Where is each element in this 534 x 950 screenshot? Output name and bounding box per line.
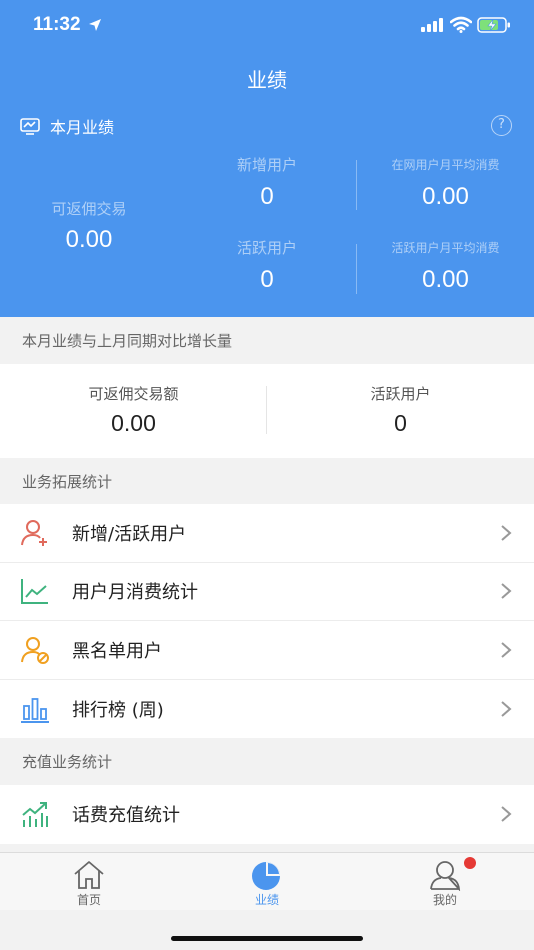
bar-chart-icon <box>21 697 49 723</box>
help-icon[interactable]: ? <box>491 115 512 136</box>
recharge-section-title: 充值业务统计 <box>0 738 534 785</box>
compare-active-label: 活跃用户 <box>370 385 431 403</box>
active-users-label: 活跃用户 <box>236 239 297 257</box>
home-indicator[interactable] <box>171 936 363 941</box>
list-item-weekly-ranking[interactable]: 排行榜 (周) <box>0 680 534 739</box>
tab-mine[interactable]: 我的 <box>356 853 534 911</box>
chevron-right-icon <box>501 806 512 823</box>
page-title: 业绩 <box>247 70 287 92</box>
new-users-label: 新增用户 <box>236 156 297 174</box>
compare-rebate-value: 0.00 <box>111 410 156 436</box>
pie-chart-icon <box>252 862 280 890</box>
tab-label: 首页 <box>76 893 101 907</box>
profile-icon <box>430 861 461 891</box>
list-item-label: 话费充值统计 <box>72 805 180 827</box>
rebate-trade-value: 0.00 <box>65 226 113 253</box>
add-user-icon <box>21 519 47 546</box>
list-item-blacklist-users[interactable]: 黑名单用户 <box>0 621 534 680</box>
list-item-new-active-users[interactable]: 新增/活跃用户 <box>0 504 534 563</box>
line-chart-icon <box>21 579 48 605</box>
expansion-list: 新增/活跃用户 用户月消费统计 黑名单用户 排行榜 (周) <box>0 504 534 738</box>
chevron-right-icon <box>501 641 512 658</box>
compare-section-title: 本月业绩与上月同期对比增长量 <box>0 317 534 364</box>
list-item-phone-recharge[interactable]: 话费充值统计 <box>0 785 534 844</box>
net-users-avg-value: 0.00 <box>422 183 469 210</box>
battery-charging-icon <box>477 17 510 33</box>
performance-screen: 11:32 业绩 本月业绩 ? 可返佣交易 0.00 新增用户 0 活跃用户 0… <box>0 0 534 950</box>
tab-bar: 首页 业绩 我的 <box>0 852 534 910</box>
status-bar: 11:32 <box>0 0 534 54</box>
performance-header: 11:32 业绩 本月业绩 ? 可返佣交易 0.00 新增用户 0 活跃用户 0… <box>0 0 534 317</box>
active-users-avg-value: 0.00 <box>422 266 469 293</box>
list-item-label: 新增/活跃用户 <box>72 523 187 545</box>
month-performance-row: 本月业绩 <box>20 114 114 138</box>
home-indicator-area <box>0 910 534 950</box>
trend-chart-icon <box>22 802 48 828</box>
active-users-avg-label: 活跃用户月平均消费 <box>391 241 500 255</box>
new-users-value: 0 <box>260 183 274 210</box>
tab-label: 业绩 <box>254 893 279 907</box>
list-item-label: 排行榜 (周) <box>72 699 164 721</box>
home-icon <box>74 861 104 889</box>
compare-rebate-label: 可返佣交易额 <box>88 385 179 403</box>
expansion-section-title: 业务拓展统计 <box>0 458 534 504</box>
tab-performance[interactable]: 业绩 <box>178 853 356 911</box>
list-item-label: 用户月消费统计 <box>72 582 198 604</box>
blocked-user-icon <box>21 636 49 664</box>
chevron-right-icon <box>501 524 512 541</box>
rebate-trade-label: 可返佣交易 <box>51 200 127 218</box>
notification-badge <box>464 857 476 869</box>
chevron-right-icon <box>501 583 512 600</box>
tab-label: 我的 <box>432 893 457 907</box>
status-time: 11:32 <box>33 14 81 35</box>
cellular-signal-icon <box>421 18 443 32</box>
location-arrow-icon <box>89 19 101 31</box>
net-users-avg-label: 在网用户月平均消费 <box>391 158 500 172</box>
compare-active-value: 0 <box>394 410 407 436</box>
wifi-icon <box>450 16 472 33</box>
monitor-chart-icon <box>20 118 40 135</box>
tab-home[interactable]: 首页 <box>0 853 178 911</box>
chevron-right-icon <box>501 700 512 717</box>
recharge-list: 话费充值统计 <box>0 785 534 844</box>
list-item-monthly-consumption[interactable]: 用户月消费统计 <box>0 563 534 621</box>
list-item-label: 黑名单用户 <box>72 640 162 662</box>
month-performance-label: 本月业绩 <box>50 118 115 137</box>
active-users-value: 0 <box>260 266 274 293</box>
